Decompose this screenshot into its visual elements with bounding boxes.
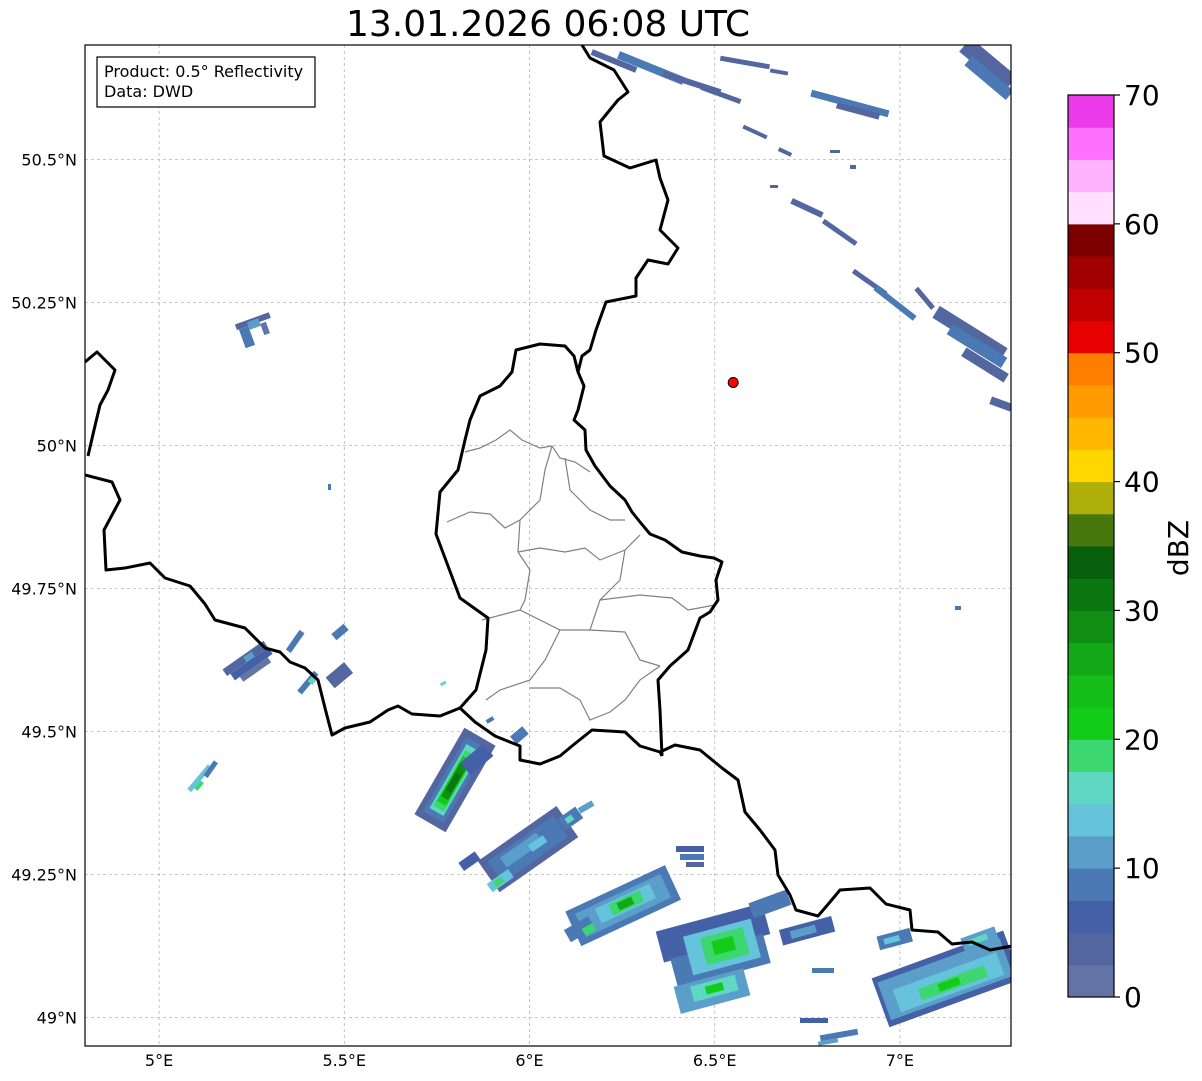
colorbar-segment [1068,95,1114,128]
lat-tick-label: 50.5°N [21,150,77,169]
colorbar-tick-label: 60 [1124,208,1160,241]
colorbar-segment [1068,610,1114,644]
colorbar-segment [1068,449,1114,483]
lon-tick-label: 7°E [886,1051,914,1070]
lat-tick-label: 50°N [37,436,77,455]
plot-frame [84,44,1012,1047]
latitude-tick-labels: 50.5°N 50.25°N 50°N 49.75°N 49.5°N 49.25°N 49°… [11,150,77,1027]
colorbar-segment [1068,868,1114,901]
longitude-tick-labels: 5°E 5.5°E 6°E 6.5°E 7°E [145,1051,914,1070]
lon-tick-label: 5.5°E [322,1051,366,1070]
colorbar-tick-label: 20 [1124,723,1160,756]
colorbar-tick-label: 40 [1124,466,1160,499]
colorbar-tick-label: 30 [1124,594,1160,627]
colorbar-tick-label: 0 [1124,981,1142,1014]
info-data-source: Data: DWD [104,82,193,101]
colorbar-segment [1068,771,1114,805]
colorbar-segment [1068,674,1114,708]
colorbar-segment [1068,256,1114,289]
colorbar-segment [1068,481,1114,515]
colorbar-segment [1068,642,1114,676]
colorbar-segment [1068,384,1114,418]
colorbar-tick-label: 50 [1124,337,1160,370]
colorbar-label: dBZ [1162,520,1195,576]
colorbar-segment [1068,546,1114,579]
colorbar-segment [1068,739,1114,772]
colorbar-tick-label: 10 [1124,852,1160,885]
colorbar-segment [1068,964,1114,998]
colorbar-segment [1068,900,1114,934]
colorbar-segment [1068,191,1114,225]
lon-tick-label: 5°E [145,1051,173,1070]
colorbar-tick-label: 70 [1124,79,1160,112]
colorbar-segment [1068,803,1114,837]
lat-tick-label: 49°N [37,1008,77,1027]
colorbar-segment [1068,352,1114,386]
echo-cluster-central [414,727,496,833]
colorbar: 0 10 20 30 40 50 60 70 [1067,79,1160,1014]
lon-tick-label: 6°E [515,1051,543,1070]
lat-tick-label: 49.75°N [11,579,77,598]
colorbar-segment [1068,578,1114,611]
lat-tick-label: 49.25°N [11,865,77,884]
radar-echoes [187,45,1011,1046]
colorbar-segment [1068,932,1114,966]
colorbar-segment [1068,223,1114,257]
colorbar-segment [1068,320,1114,354]
radar-map: 5°E 5.5°E 6°E 6.5°E 7°E 50.5°N 50.25°N 50°N 49.… [11,44,1195,1070]
lat-tick-label: 49.5°N [21,722,77,741]
colorbar-segment [1068,707,1114,740]
echo-cluster-nw [234,312,271,349]
colorbar-segment [1068,288,1114,321]
radar-site-marker [727,376,739,388]
colorbar-segment [1068,417,1114,450]
echo-band-north [590,45,1011,412]
colorbar-segment [1068,159,1114,193]
lat-tick-label: 50.25°N [11,293,77,312]
colorbar-segment [1068,513,1114,547]
info-box: Product: 0.5° Reflectivity Data: DWD [96,56,316,108]
colorbar-segment [1068,835,1114,869]
colorbar-segment [1068,127,1114,160]
map-gridlines [85,45,1011,1046]
lon-tick-label: 6.5°E [693,1051,737,1070]
echo-cluster-southeast-b [655,903,771,1014]
info-product: Product: 0.5° Reflectivity [104,62,303,81]
